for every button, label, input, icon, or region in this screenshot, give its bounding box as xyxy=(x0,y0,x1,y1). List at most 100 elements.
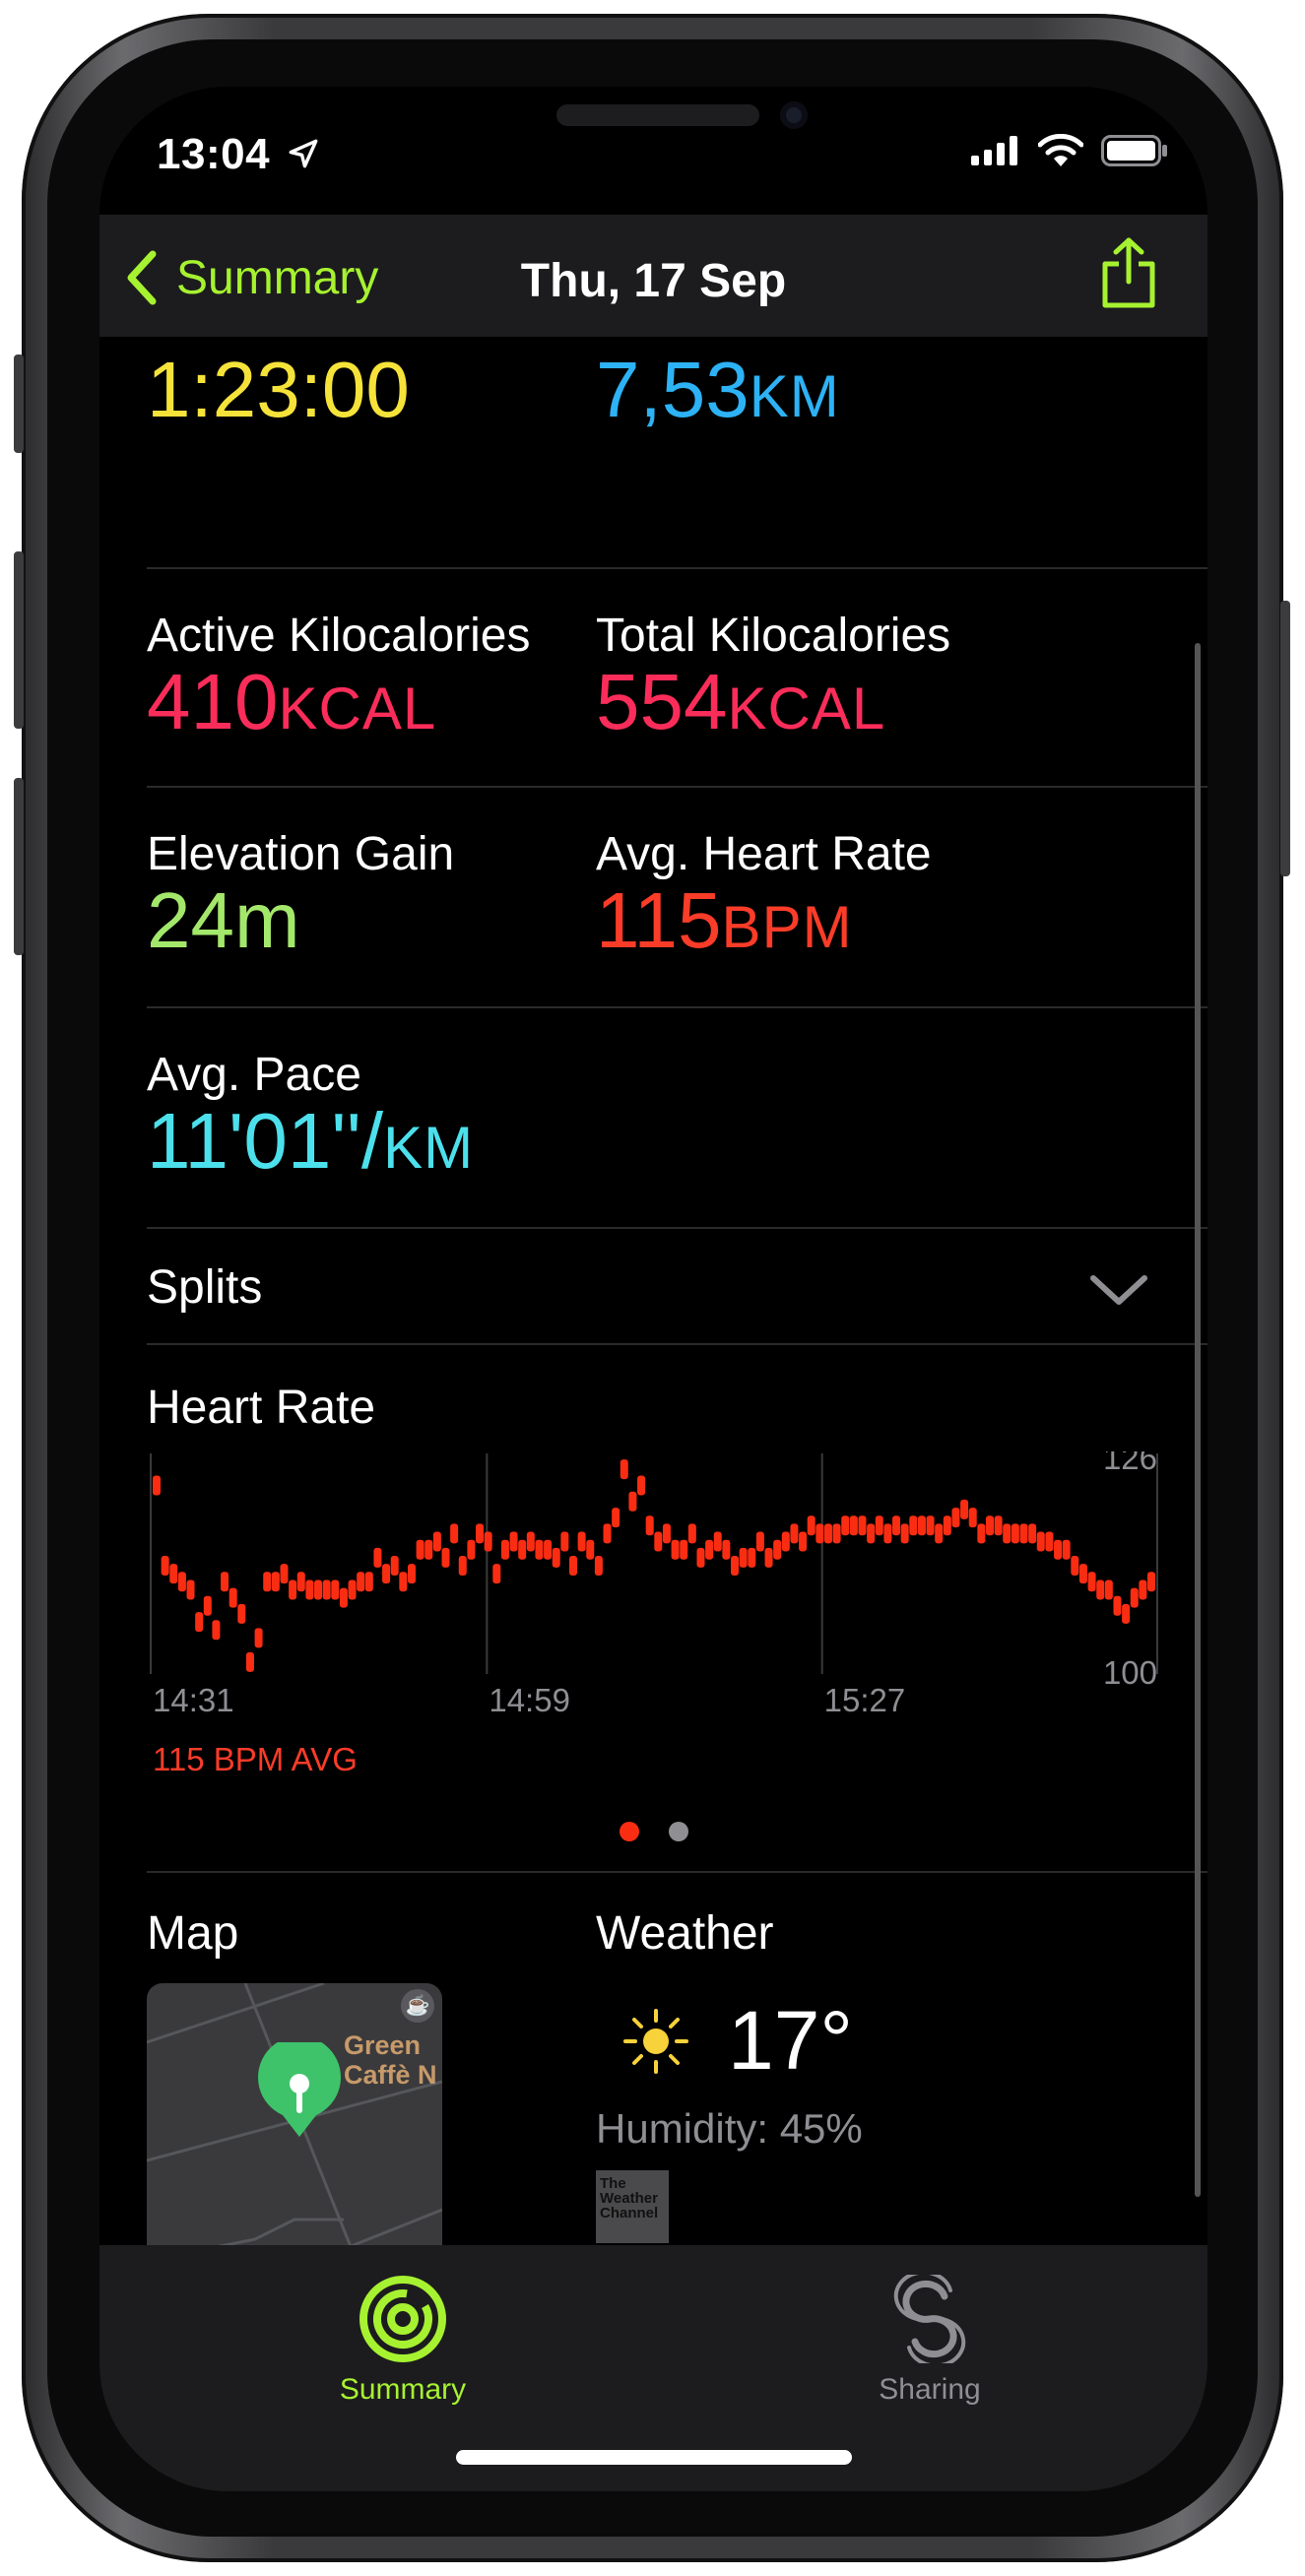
heart-rate-section: Heart Rate 126 100 14:31 14:59 15:27 115 BPM… xyxy=(147,1343,1207,1873)
heart-rate-point xyxy=(1019,1523,1028,1544)
heart-rate-point xyxy=(1062,1539,1071,1560)
page-dot-active xyxy=(620,1822,639,1841)
heart-rate-point xyxy=(1011,1523,1019,1544)
humidity-value: Humidity: 45% xyxy=(596,2105,863,2152)
page-title: Thu, 17 Sep xyxy=(520,255,787,307)
heart-rate-point xyxy=(849,1515,858,1536)
heart-rate-point xyxy=(568,1556,577,1576)
side-button xyxy=(1280,601,1290,876)
tab-summary-label: Summary xyxy=(339,2373,467,2406)
heart-rate-point xyxy=(645,1515,654,1536)
home-indicator[interactable] xyxy=(456,2450,852,2465)
heart-rate-point xyxy=(407,1564,416,1584)
heart-rate-point xyxy=(280,1564,289,1584)
heart-rate-point xyxy=(339,1587,348,1608)
heart-rate-point xyxy=(731,1556,740,1576)
total-kcal-metric: Total Kilocalories 554KCAL xyxy=(596,609,950,741)
heart-rate-point xyxy=(722,1539,731,1560)
heart-rate-point xyxy=(935,1523,944,1544)
heart-rate-point xyxy=(858,1515,867,1536)
heart-rate-point xyxy=(450,1523,459,1544)
heart-rate-point xyxy=(680,1539,688,1560)
heart-rate-point xyxy=(544,1539,553,1560)
elevation-value: 24m xyxy=(147,876,300,964)
heart-rate-point xyxy=(1130,1587,1139,1608)
avg-pace-value: 11'01''/KM xyxy=(147,1097,475,1185)
page-dot xyxy=(669,1822,688,1841)
active-kcal-metric: Active Kilocalories 410KCAL xyxy=(147,609,530,741)
chart-y-min-label: 100 xyxy=(1103,1654,1157,1691)
heart-rate-point xyxy=(926,1515,935,1536)
heart-rate-point xyxy=(1003,1523,1011,1544)
tab-summary[interactable]: Summary xyxy=(304,2275,501,2407)
active-kcal-label: Active Kilocalories xyxy=(147,610,531,662)
heart-rate-point xyxy=(357,1572,365,1592)
heart-rate-point xyxy=(1028,1523,1037,1544)
heart-rate-point xyxy=(875,1515,883,1536)
heart-rate-point xyxy=(476,1523,485,1544)
heart-rate-point xyxy=(1147,1572,1155,1592)
metrics-row-pace: Avg. Pace 11'01''/KM xyxy=(147,1008,1207,1229)
chart-x-label: 15:27 xyxy=(824,1682,906,1718)
heart-rate-point xyxy=(628,1491,637,1512)
heart-rate-avg: 115 BPM AVG xyxy=(153,1741,358,1777)
heart-rate-point xyxy=(314,1579,323,1600)
speaker xyxy=(556,104,759,126)
heart-rate-point xyxy=(500,1539,509,1560)
heart-rate-point xyxy=(1139,1579,1147,1600)
heart-rate-point xyxy=(195,1612,204,1633)
tab-sharing[interactable]: Sharing xyxy=(831,2275,1028,2407)
heart-rate-point xyxy=(823,1523,832,1544)
location-arrow-icon xyxy=(289,139,318,168)
chart-x-label: 14:59 xyxy=(489,1682,570,1718)
heart-rate-point xyxy=(816,1523,824,1544)
heart-rate-point xyxy=(909,1515,918,1536)
sharing-icon xyxy=(893,2275,966,2363)
metrics-row-elevation-hr: Elevation Gain 24m Avg. Heart Rate 115BP… xyxy=(147,788,1207,1008)
scrollbar[interactable] xyxy=(1195,643,1201,2197)
heart-rate-point xyxy=(458,1556,467,1576)
heart-rate-point xyxy=(169,1564,178,1584)
heart-rate-point xyxy=(441,1547,450,1568)
elevation-label: Elevation Gain xyxy=(147,828,455,880)
heart-rate-point xyxy=(577,1531,586,1552)
status-indicators xyxy=(971,134,1168,167)
heart-rate-point xyxy=(1054,1539,1063,1560)
duration-value: 1:23:00 xyxy=(147,346,410,433)
heart-rate-point xyxy=(799,1531,808,1552)
chevron-down-icon xyxy=(1090,1275,1147,1305)
share-button[interactable] xyxy=(1099,236,1158,314)
chart-x-label: 14:31 xyxy=(153,1682,234,1718)
front-camera xyxy=(780,101,808,129)
heart-rate-point xyxy=(620,1459,628,1480)
heart-rate-point xyxy=(900,1523,909,1544)
volume-down-button xyxy=(14,778,24,955)
heart-rate-point xyxy=(373,1547,382,1568)
heart-rate-point xyxy=(654,1531,663,1552)
heart-rate-point xyxy=(662,1523,671,1544)
tab-bar: Summary Sharing xyxy=(99,2245,1207,2491)
avg-pace-metric: Avg. Pace 11'01''/KM xyxy=(147,1048,474,1181)
heart-rate-point xyxy=(390,1556,399,1576)
heart-rate-point xyxy=(289,1579,297,1600)
screen: 13:04 Summary Thu, 17 Sep 1:23:00 7,53KM… xyxy=(99,87,1207,2491)
heart-rate-point xyxy=(687,1523,696,1544)
heart-rate-point xyxy=(1087,1572,1096,1592)
wifi-icon xyxy=(1038,134,1083,166)
metrics-row-kcal: Active Kilocalories 410KCAL Total Kiloca… xyxy=(147,569,1207,788)
splits-row[interactable]: Splits xyxy=(147,1229,1207,1345)
heart-rate-point xyxy=(985,1515,994,1536)
heart-rate-chart: 126 100 14:31 14:59 15:27 xyxy=(150,1451,1158,1718)
page-indicator[interactable] xyxy=(147,1822,1161,1841)
heart-rate-point xyxy=(177,1572,186,1592)
heart-rate-point xyxy=(748,1547,756,1568)
map-thumbnail[interactable]: Green Caffè N ☕ xyxy=(147,1983,442,2279)
activity-rings-icon xyxy=(359,2276,446,2362)
temperature-value: 17° xyxy=(728,1994,854,2087)
heart-rate-point xyxy=(203,1595,212,1616)
map-label: Map xyxy=(147,1907,239,1960)
map-pin-icon xyxy=(258,2042,341,2137)
avg-pace-label: Avg. Pace xyxy=(147,1049,361,1101)
total-kcal-value: 554KCAL xyxy=(596,658,886,745)
avg-hr-metric: Avg. Heart Rate 115BPM xyxy=(596,827,932,960)
